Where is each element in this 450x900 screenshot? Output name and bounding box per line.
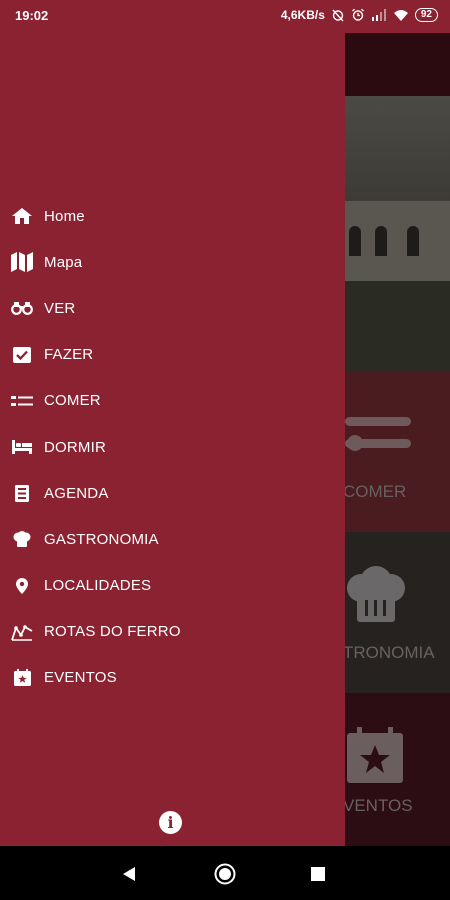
menu-item-eventos[interactable]: EVENTOS (0, 655, 345, 701)
menu-item-label: DORMIR (44, 438, 107, 456)
menu-item-rotas-do-ferro[interactable]: ROTAS DO FERRO (0, 609, 345, 655)
background-tile-label: TRONOMIA (345, 643, 435, 662)
background-screen[interactable]: COMER TRONOMIA VENTOS (345, 33, 450, 846)
background-tile-label: COMER (345, 482, 407, 501)
menu-item-label: ROTAS DO FERRO (44, 623, 181, 641)
menu-item-home[interactable]: Home (0, 193, 345, 239)
calendar-star-icon (11, 668, 33, 688)
menu-item-agenda[interactable]: AGENDA (0, 470, 345, 516)
menu-item-ver[interactable]: VER (0, 285, 345, 331)
menu-item-label: FAZER (44, 346, 94, 364)
background-header (345, 33, 450, 96)
cutlery-icon (11, 391, 33, 411)
menu-item-localidades[interactable]: LOCALIDADES (0, 563, 345, 609)
system-navigation-bar (0, 846, 450, 900)
background-tile-label: VENTOS (345, 796, 413, 815)
map-icon (11, 252, 33, 273)
recents-icon[interactable] (307, 863, 329, 885)
menu-item-label: EVENTOS (44, 669, 117, 687)
checkbox-icon (11, 345, 33, 365)
home-button-icon[interactable] (214, 863, 236, 885)
menu-item-label: LOCALIDADES (44, 577, 152, 595)
drawer-menu: Home Mapa VER FAZER COMER DORMIR AGENDA … (0, 193, 345, 701)
calendar-star-icon (347, 727, 403, 783)
background-tile-comer[interactable]: COMER (345, 371, 450, 532)
agenda-icon (11, 483, 33, 503)
binoculars-icon (11, 298, 33, 318)
menu-item-mapa[interactable]: Mapa (0, 239, 345, 285)
menu-item-label: GASTRONOMIA (44, 530, 159, 548)
map-pin-icon (11, 576, 33, 596)
menu-item-label: Mapa (44, 253, 83, 271)
home-icon (11, 206, 33, 226)
status-icons: 4,6KB/s 92 (281, 8, 438, 22)
battery-badge: 92 (414, 8, 438, 22)
menu-item-comer[interactable]: COMER (0, 378, 345, 424)
menu-item-fazer[interactable]: FAZER (0, 332, 345, 378)
signal-icon (371, 9, 386, 21)
info-icon[interactable]: i (159, 811, 182, 834)
background-tile-eventos[interactable]: VENTOS (345, 693, 450, 846)
menu-item-gastronomia[interactable]: GASTRONOMIA (0, 516, 345, 562)
chef-hat-icon (347, 566, 405, 622)
background-tile-gastronomia[interactable]: TRONOMIA (345, 532, 450, 693)
route-icon (11, 622, 33, 642)
navigation-drawer: Home Mapa VER FAZER COMER DORMIR AGENDA … (0, 33, 345, 846)
status-bar: 19:02 4,6KB/s 92 (0, 0, 450, 33)
wifi-icon (393, 10, 408, 21)
bed-icon (11, 437, 33, 457)
menu-item-label: AGENDA (44, 484, 109, 502)
cutlery-icon (345, 417, 411, 451)
back-icon[interactable] (118, 863, 140, 885)
alarm-off-icon (332, 9, 344, 22)
menu-item-label: COMER (44, 392, 101, 410)
menu-item-dormir[interactable]: DORMIR (0, 424, 345, 470)
menu-item-label: VER (44, 299, 76, 317)
menu-item-label: Home (44, 207, 85, 225)
network-speed: 4,6KB/s (280, 8, 325, 22)
chef-hat-icon (11, 529, 33, 549)
alarm-icon (351, 8, 364, 21)
background-photo (345, 96, 450, 371)
status-time: 19:02 (15, 8, 49, 23)
